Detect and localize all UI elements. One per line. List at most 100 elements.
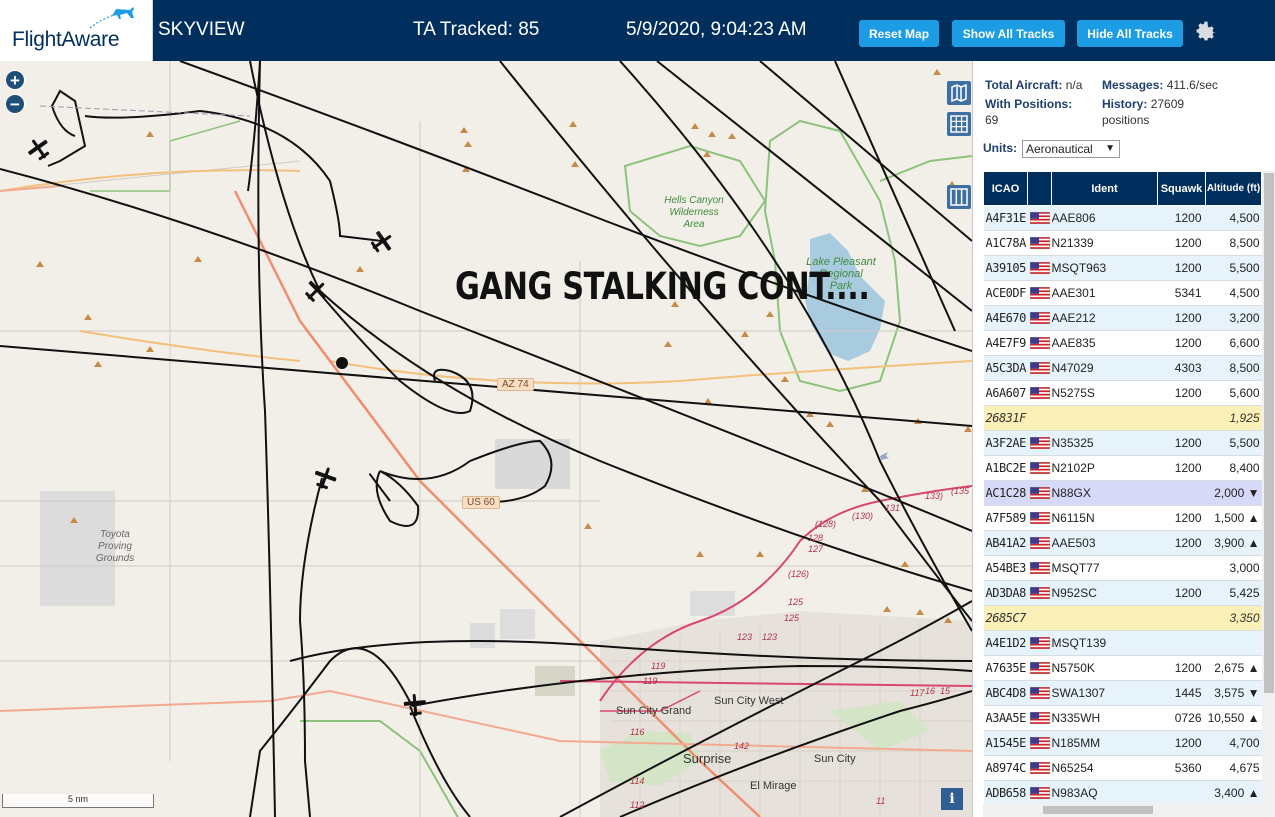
vertical-scrollbar[interactable] — [1262, 171, 1275, 817]
grid-icon[interactable] — [947, 112, 971, 136]
ident-cell: N6115N — [1051, 505, 1158, 531]
aircraft-icon[interactable] — [402, 692, 428, 718]
route-label: 11 — [876, 796, 886, 806]
flag-cell — [1027, 730, 1052, 756]
columns-icon[interactable] — [947, 185, 971, 209]
columns-icon-graphic — [950, 188, 968, 206]
us-flag-icon — [1029, 562, 1050, 574]
horizontal-scrollbar[interactable] — [983, 803, 1262, 817]
table-row[interactable]: AD3DA8 N952SC 1200 5,425 — [983, 580, 1262, 606]
hide-all-tracks-button[interactable]: Hide All Tracks — [1077, 20, 1183, 47]
route-label: 119 — [643, 676, 658, 686]
reset-map-button[interactable]: Reset Map — [859, 20, 939, 47]
table-row[interactable]: A6A607 N5275S 1200 5,600 — [983, 380, 1262, 406]
icao-cell: A4F31E — [983, 205, 1028, 231]
table-row[interactable]: A1C78A N21339 1200 8,500 — [983, 230, 1262, 256]
zoom-in-button[interactable]: + — [5, 70, 25, 90]
scale-bar: 5 nm — [2, 794, 154, 808]
aircraft-icon[interactable] — [312, 465, 338, 491]
squawk-cell: 1200 — [1157, 730, 1206, 756]
show-all-tracks-button[interactable]: Show All Tracks — [952, 20, 1065, 47]
altitude-cell: 8,500 — [1205, 230, 1262, 256]
icao-cell: 2685C7 — [983, 605, 1028, 631]
ident-cell: AAE835 — [1051, 330, 1158, 356]
table-row[interactable]: A4E7F9 AAE835 1200 6,600 — [983, 330, 1262, 356]
route-label: 142 — [734, 741, 750, 751]
ident-cell: N952SC — [1051, 580, 1158, 606]
units-label: Units: — [983, 141, 1017, 155]
flag-cell — [1027, 480, 1052, 506]
hells-canyon-label: Hells Canyon Wilderness Area — [664, 195, 724, 230]
altitude-cell: 5,425 — [1205, 580, 1262, 606]
flag-cell — [1027, 380, 1052, 406]
table-row[interactable]: A1BC2E N2102P 1200 8,400 — [983, 455, 1262, 481]
gear-icon[interactable] — [1194, 19, 1218, 43]
table-row[interactable]: A7635E N5750K 1200 2,675 ▲ — [983, 655, 1262, 681]
us-flag-icon — [1029, 237, 1050, 249]
table-row[interactable]: A7F589 N6115N 1200 1,500 ▲ — [983, 505, 1262, 531]
table-row[interactable]: A4E670 AAE212 1200 3,200 — [983, 305, 1262, 331]
col-squawk[interactable]: Squawk — [1157, 171, 1206, 206]
col-icao[interactable]: ICAO — [983, 171, 1028, 206]
flag-cell — [1027, 630, 1052, 656]
flightaware-logo[interactable]: FlightAware — [0, 0, 153, 61]
icao-cell: A54BE3 — [983, 555, 1028, 581]
units-select[interactable]: Aeronautical ▼ — [1022, 140, 1120, 158]
grid-icon-graphic — [950, 115, 968, 133]
ident-cell: N88GX — [1051, 480, 1158, 506]
table-row[interactable]: 2685C7 3,350 — [983, 605, 1262, 631]
flag-cell — [1027, 655, 1052, 681]
ident-cell: N983AQ — [1051, 780, 1158, 806]
col-altitude[interactable]: Altitude (ft) — [1205, 171, 1262, 206]
aircraft-icon[interactable] — [369, 229, 395, 255]
altitude-cell: 4,500 — [1205, 205, 1262, 231]
table-row[interactable]: A4E1D2 MSQT139 — [983, 630, 1262, 656]
scrollbar-thumb[interactable] — [1043, 806, 1153, 814]
flag-cell — [1027, 330, 1052, 356]
az74-shield: AZ 74 — [497, 378, 534, 391]
table-row[interactable]: AC1C28 N88GX 2,000 ▼ — [983, 480, 1262, 506]
table-row[interactable]: A54BE3 MSQT77 3,000 — [983, 555, 1262, 581]
icao-cell: A1BC2E — [983, 455, 1028, 481]
table-row[interactable]: ADB658 N983AQ 3,400 ▲ — [983, 780, 1262, 806]
flag-cell — [1027, 605, 1052, 631]
squawk-cell: 1200 — [1157, 380, 1206, 406]
col-flag[interactable] — [1027, 171, 1052, 206]
squawk-cell: 5341 — [1157, 280, 1206, 306]
route-label: 123 — [762, 632, 778, 642]
altitude-cell: 5,500 — [1205, 430, 1262, 456]
table-row[interactable]: A1545E N185MM 1200 4,700 — [983, 730, 1262, 756]
squawk-cell: 1200 — [1157, 205, 1206, 231]
map-layers-icon[interactable] — [947, 81, 971, 105]
icao-cell: A7635E — [983, 655, 1028, 681]
us-flag-icon — [1029, 537, 1050, 549]
scrollbar-thumb[interactable] — [1264, 173, 1274, 693]
table-row[interactable]: 26831F 1,925 — [983, 405, 1262, 431]
route-label: 116 — [630, 727, 645, 737]
altitude-cell: 2,675 ▲ — [1205, 655, 1262, 681]
squawk-cell: 1200 — [1157, 255, 1206, 281]
col-ident[interactable]: Ident — [1051, 171, 1158, 206]
table-row[interactable]: A5C3DA N47029 4303 8,500 — [983, 355, 1262, 381]
zoom-out-button[interactable]: − — [5, 94, 25, 114]
table-row[interactable]: AB41A2 AAE503 1200 3,900 ▲ — [983, 530, 1262, 556]
map-layers-icon-graphic — [951, 83, 967, 103]
aircraft-icon[interactable] — [303, 278, 329, 304]
app-title: SKYVIEW — [158, 19, 245, 40]
route-label: 125 — [784, 613, 800, 623]
altitude-cell: 1,925 — [1205, 405, 1262, 431]
table-row[interactable]: A8974C N65254 5360 4,675 — [983, 755, 1262, 781]
table-row[interactable]: A3AA5E N335WH 0726 10,550 ▲ — [983, 705, 1262, 731]
aircraft-icon[interactable] — [26, 136, 52, 162]
table-row[interactable]: ACE0DF AAE301 5341 4,500 — [983, 280, 1262, 306]
table-row[interactable]: A39105 MSQT963 1200 5,500 — [983, 255, 1262, 281]
map-canvas[interactable]: Hells Canyon Wilderness Area Lake Pleasant… — [0, 61, 972, 817]
flag-cell — [1027, 405, 1052, 431]
info-button[interactable]: i — [941, 788, 963, 810]
icao-cell: ABC4D8 — [983, 680, 1028, 706]
table-row[interactable]: A4F31E AAE806 1200 4,500 — [983, 205, 1262, 231]
squawk-cell: 1200 — [1157, 330, 1206, 356]
icao-cell: A3F2AE — [983, 430, 1028, 456]
table-row[interactable]: A3F2AE N35325 1200 5,500 — [983, 430, 1262, 456]
table-row[interactable]: ABC4D8 SWA1307 1445 3,575 ▼ — [983, 680, 1262, 706]
